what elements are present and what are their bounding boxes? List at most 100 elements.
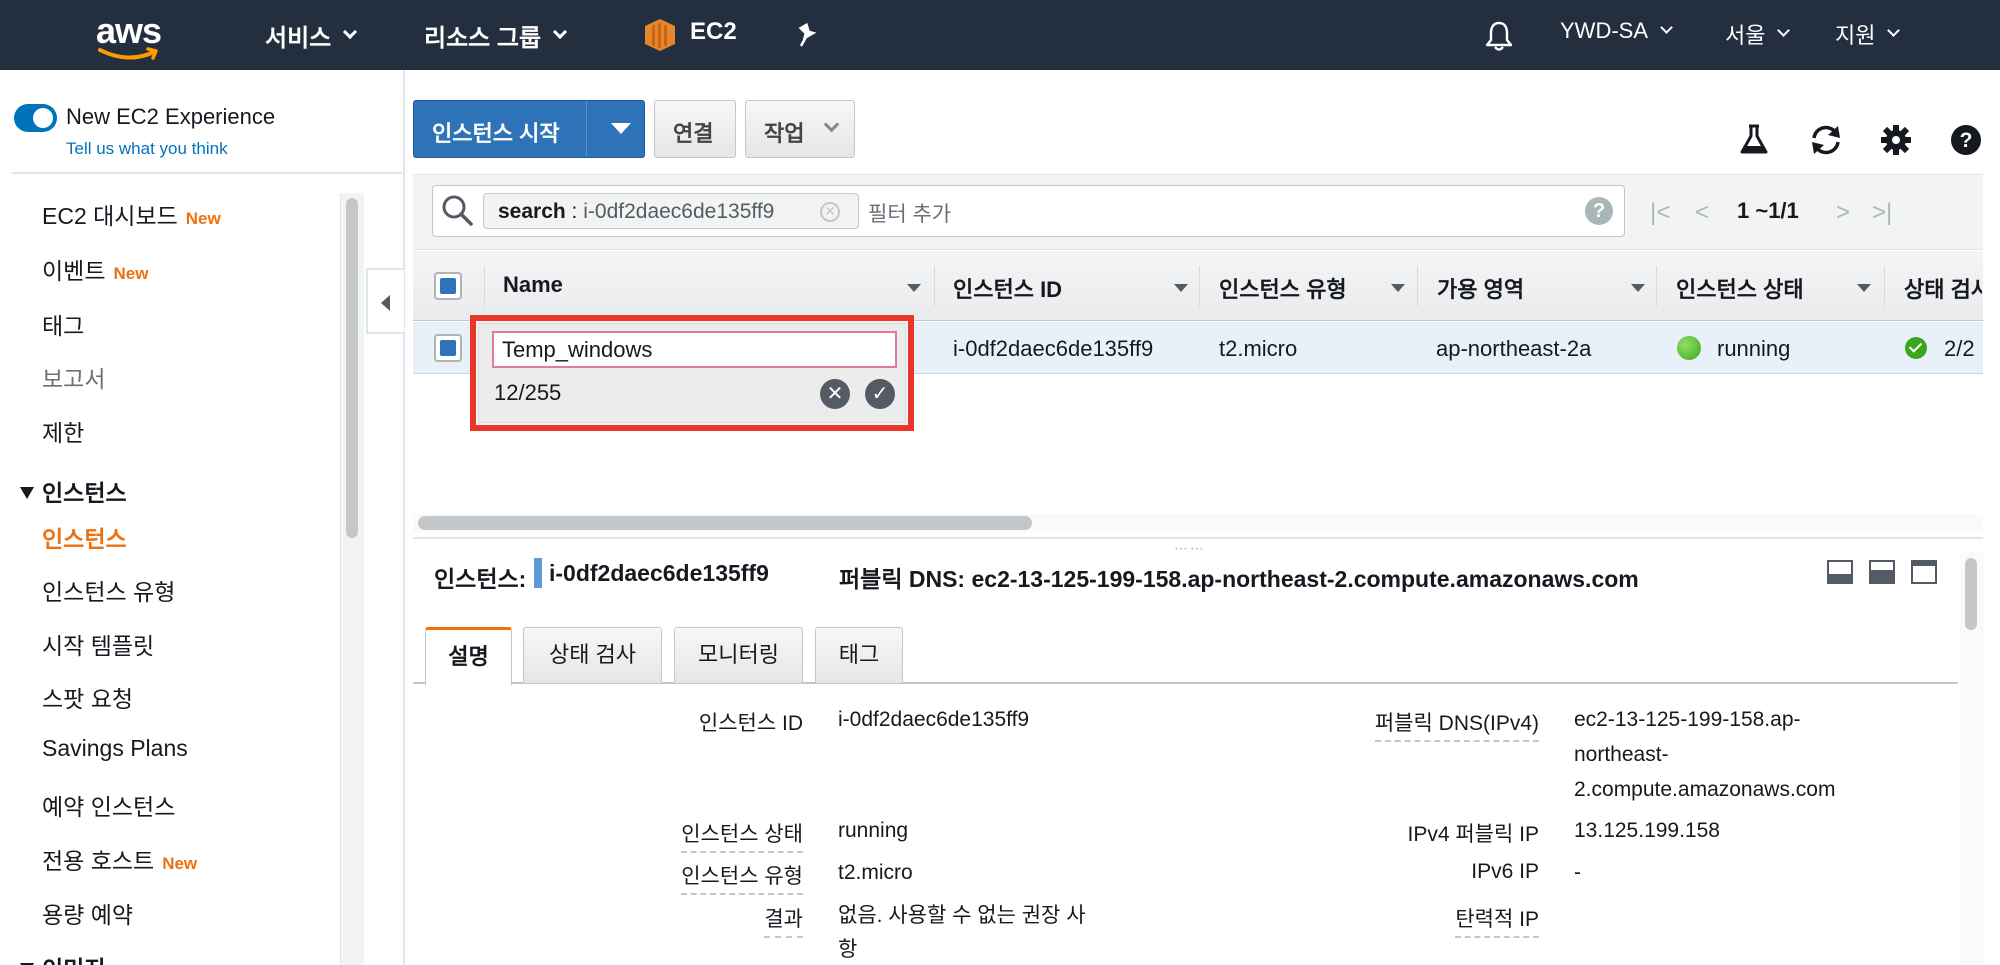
sort-caret-icon[interactable] bbox=[1857, 284, 1871, 292]
svg-text:?: ? bbox=[1960, 129, 1973, 152]
caret-down-icon[interactable] bbox=[611, 123, 631, 134]
sidebar-item-instance-types[interactable]: 인스턴스 유형 bbox=[42, 573, 175, 607]
sidebar-item-savings-plans[interactable]: Savings Plans bbox=[42, 735, 188, 762]
resize-handle-icon[interactable]: ⋯⋯ bbox=[1174, 540, 1206, 557]
launch-instance-label: 인스턴스 시작 bbox=[432, 121, 560, 146]
add-filter-placeholder[interactable]: 필터 추가 bbox=[868, 198, 951, 228]
column-header-instance-type[interactable]: 인스턴스 유형 bbox=[1219, 272, 1347, 304]
launch-instance-button[interactable]: 인스턴스 시작 bbox=[413, 100, 645, 158]
pane-divider[interactable] bbox=[413, 537, 1983, 539]
column-header-instance-state[interactable]: 인스턴스 상태 bbox=[1676, 272, 1804, 304]
resource-groups-label: 리소스 그룹 bbox=[424, 25, 542, 52]
table-scrollbar-thumb[interactable] bbox=[418, 516, 1032, 530]
detail-instance-label: 인스턴스: bbox=[434, 566, 527, 592]
pin-icon[interactable] bbox=[797, 22, 819, 48]
support-menu[interactable]: 지원 bbox=[1835, 18, 1901, 50]
detail-public-dns: 퍼블릭 DNS: ec2-13-125-199-158.ap-northeast… bbox=[839, 566, 1639, 592]
collapse-sidebar-button[interactable] bbox=[366, 268, 404, 334]
column-separator bbox=[934, 266, 935, 306]
ec2-icon bbox=[645, 19, 675, 51]
column-header-instance-id[interactable]: 인스턴스 ID bbox=[953, 272, 1062, 304]
top-navigation-bar: aws 서비스 리소스 그룹 EC2 YWD-SA 서울 지원 bbox=[0, 0, 2000, 70]
sidebar-item-dashboard[interactable]: EC2 대시보드 New bbox=[42, 197, 221, 231]
field-value-public-dns-line1: ec2-13-125-199-158.ap- bbox=[1574, 708, 1801, 731]
field-label-instance-state: 인스턴스 상태 bbox=[681, 818, 803, 853]
instance-color-marker bbox=[534, 558, 542, 588]
sidebar-item-instances[interactable]: 인스턴스 bbox=[42, 520, 127, 554]
tab-status-checks[interactable]: 상태 검사 bbox=[523, 627, 662, 683]
connect-label: 연결 bbox=[673, 121, 714, 146]
tab-monitoring[interactable]: 모니터링 bbox=[674, 627, 803, 683]
column-header-availability-zone[interactable]: 가용 영역 bbox=[1437, 272, 1524, 304]
search-help-icon[interactable]: ? bbox=[1585, 197, 1613, 225]
sidebar-scrollbar-thumb[interactable] bbox=[346, 198, 358, 538]
sidebar-item-capacity-reservations[interactable]: 용량 예약 bbox=[42, 896, 133, 930]
sidebar-item-label: 이벤트 bbox=[42, 258, 106, 284]
sidebar-section-images[interactable]: 이미지 bbox=[20, 950, 105, 965]
sidebar-item-launch-templates[interactable]: 시작 템플릿 bbox=[42, 627, 154, 661]
flask-icon[interactable] bbox=[1740, 124, 1768, 156]
detail-scrollbar-thumb[interactable] bbox=[1965, 558, 1977, 630]
sidebar-item-limits[interactable]: 제한 bbox=[42, 414, 84, 448]
sidebar-item-spot-requests[interactable]: 스팟 요청 bbox=[42, 680, 133, 714]
name-edit-field[interactable] bbox=[492, 331, 897, 368]
feedback-link[interactable]: Tell us what you think bbox=[66, 139, 228, 159]
region-menu[interactable]: 서울 bbox=[1725, 18, 1791, 50]
tab-description[interactable]: 설명 bbox=[425, 627, 512, 685]
field-label-ipv6-ip: IPv6 IP bbox=[1471, 860, 1539, 883]
service-name[interactable]: EC2 bbox=[690, 18, 737, 46]
sidebar-item-tags[interactable]: 태그 bbox=[42, 307, 84, 341]
gear-icon[interactable] bbox=[1880, 124, 1912, 156]
sort-caret-icon[interactable] bbox=[1631, 284, 1645, 292]
connect-button[interactable]: 연결 bbox=[654, 100, 736, 158]
cancel-edit-icon[interactable]: ✕ bbox=[820, 379, 850, 409]
tab-tags[interactable]: 태그 bbox=[815, 627, 903, 683]
previous-page-icon[interactable]: < bbox=[1695, 199, 1709, 227]
field-value-ipv4-public-ip: 13.125.199.158 bbox=[1574, 819, 1720, 842]
select-all-checkbox[interactable] bbox=[434, 272, 462, 300]
sidebar-item-dedicated-hosts[interactable]: 전용 호스트 New bbox=[42, 842, 197, 876]
column-separator bbox=[1417, 266, 1418, 306]
layout-full-icon[interactable] bbox=[1911, 560, 1937, 584]
column-header-name[interactable]: Name bbox=[503, 272, 563, 298]
first-page-icon[interactable]: |< bbox=[1650, 199, 1670, 227]
bell-icon[interactable] bbox=[1484, 20, 1514, 52]
refresh-icon[interactable] bbox=[1808, 124, 1844, 156]
field-value-public-dns-line2: northeast- bbox=[1574, 743, 1669, 766]
sort-caret-icon[interactable] bbox=[1174, 284, 1188, 292]
account-label: YWD-SA bbox=[1560, 18, 1648, 43]
sidebar-item-reserved-instances[interactable]: 예약 인스턴스 bbox=[42, 788, 175, 822]
new-badge: New bbox=[162, 854, 198, 873]
layout-half-icon[interactable] bbox=[1869, 560, 1895, 584]
row-checkbox[interactable] bbox=[434, 334, 462, 362]
column-separator bbox=[1199, 266, 1200, 306]
sort-caret-icon[interactable] bbox=[1391, 284, 1405, 292]
search-filter-token[interactable]: search : i-0df2daec6de135ff9 ✕ bbox=[483, 193, 859, 229]
aws-logo[interactable]: aws bbox=[96, 10, 174, 60]
cell-availability-zone: ap-northeast-2a bbox=[1436, 336, 1592, 361]
next-page-icon[interactable]: > bbox=[1836, 199, 1850, 227]
new-experience-toggle[interactable] bbox=[14, 104, 57, 132]
last-page-icon[interactable]: >| bbox=[1872, 199, 1892, 227]
detail-vertical-scrollbar[interactable] bbox=[1960, 552, 1984, 965]
remove-token-icon[interactable]: ✕ bbox=[820, 202, 840, 222]
sidebar-section-instances[interactable]: 인스턴스 bbox=[20, 474, 127, 508]
sort-caret-icon[interactable] bbox=[907, 284, 921, 292]
column-header-status-checks[interactable]: 상태 검사 bbox=[1904, 272, 1982, 304]
services-menu[interactable]: 서비스 bbox=[265, 18, 358, 53]
pagination-label: 1 ~1/1 bbox=[1737, 198, 1799, 223]
help-icon[interactable]: ? bbox=[1950, 124, 1982, 156]
field-value-instance-type: t2.micro bbox=[838, 861, 913, 884]
account-menu[interactable]: YWD-SA bbox=[1560, 18, 1673, 44]
field-value-findings-line1: 없음. 사용할 수 없는 권장 사 bbox=[838, 904, 1086, 927]
resource-groups-menu[interactable]: 리소스 그룹 bbox=[424, 18, 568, 53]
confirm-edit-icon[interactable]: ✓ bbox=[865, 379, 895, 409]
field-label-public-dns: 퍼블릭 DNS(IPv4) bbox=[1374, 707, 1539, 742]
chevron-down-icon bbox=[1777, 23, 1791, 37]
character-count: 12/255 bbox=[494, 380, 562, 405]
sidebar-item-events[interactable]: 이벤트 New bbox=[42, 252, 148, 286]
layout-bottom-icon[interactable] bbox=[1827, 560, 1853, 584]
actions-button[interactable]: 작업 bbox=[745, 100, 855, 158]
section-label: 이미지 bbox=[42, 956, 105, 965]
sidebar-item-reports[interactable]: 보고서 bbox=[42, 360, 105, 394]
